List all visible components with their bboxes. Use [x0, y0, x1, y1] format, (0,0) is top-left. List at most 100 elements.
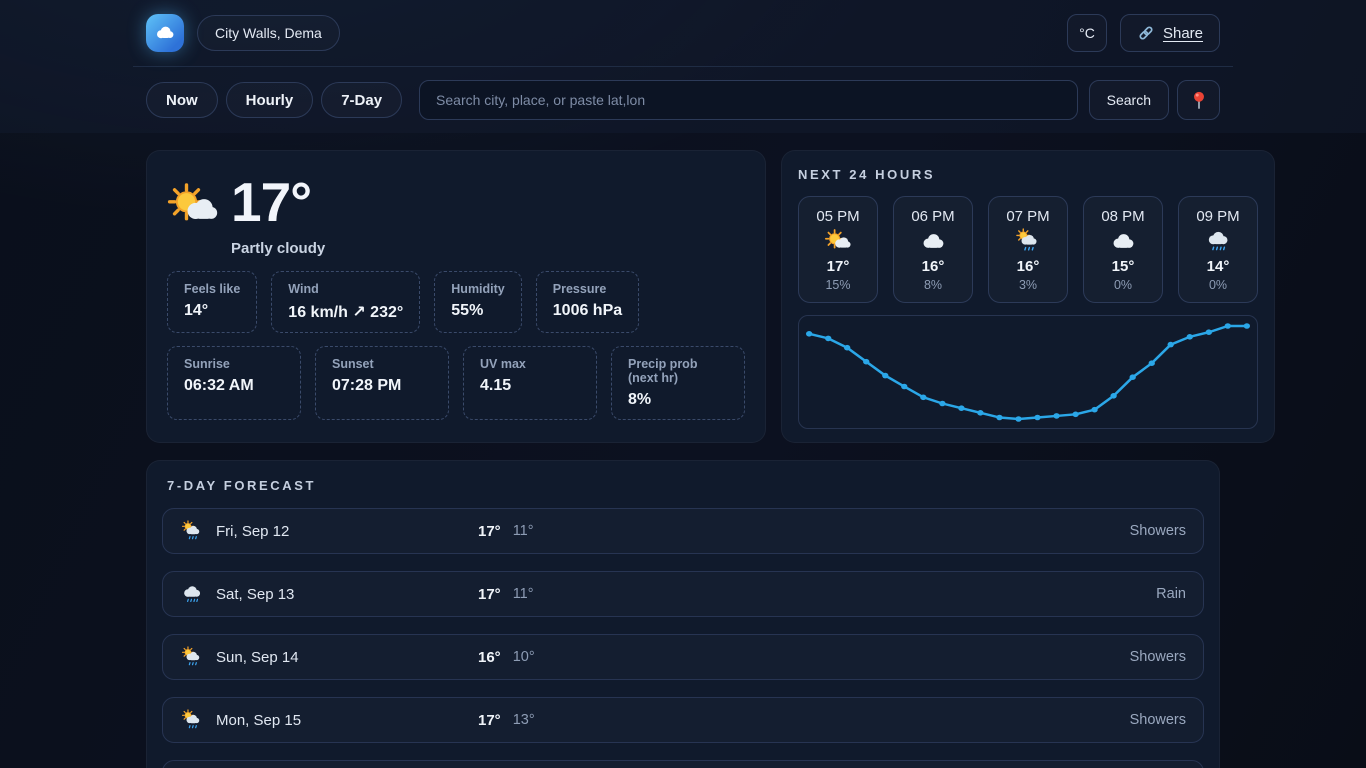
- stat-value: 55%: [451, 302, 504, 320]
- stat-tile: Wind 16 km/h ↗ 232°: [271, 271, 420, 333]
- day-high-temp: 17°: [478, 523, 501, 540]
- forecast-title: 7-DAY FORECAST: [167, 478, 1204, 493]
- stat-value: 16 km/h ↗ 232°: [288, 302, 403, 322]
- day-name: Fri, Sep 12: [216, 523, 478, 540]
- cloud-icon: [1109, 228, 1137, 255]
- hour-card: 08 PM 15° 0%: [1083, 196, 1163, 303]
- day-name: Sat, Sep 13: [216, 586, 478, 603]
- hour-precip: 15%: [825, 278, 850, 292]
- sun-cloud-icon: [167, 181, 219, 233]
- day-high-temp: 17°: [478, 586, 501, 603]
- hour-temp: 16°: [922, 258, 945, 275]
- forecast-list: Fri, Sep 12 17° 11° Showers Sat, Sep 13 …: [162, 508, 1204, 768]
- stat-label: UV max: [480, 357, 580, 371]
- forecast-row: [162, 760, 1204, 768]
- search-button[interactable]: Search: [1089, 80, 1169, 120]
- hour-card: 07 PM 16° 3%: [988, 196, 1068, 303]
- stat-value: 14°: [184, 302, 240, 320]
- link-icon: [1137, 24, 1155, 42]
- stat-value: 4.15: [480, 377, 580, 395]
- day-condition: Showers: [1130, 649, 1186, 665]
- temp-chart: [799, 316, 1257, 428]
- hour-card: 09 PM 14° 0%: [1178, 196, 1258, 303]
- forecast-row: Fri, Sep 12 17° 11° Showers: [162, 508, 1204, 554]
- sun-rain-icon: [180, 520, 204, 543]
- rain-icon: [180, 583, 204, 606]
- day-condition: Rain: [1156, 586, 1186, 602]
- stats-row-2: Sunrise 06:32 AM Sunset 07:28 PM UV max …: [167, 346, 745, 420]
- stat-tile: UV max 4.15: [463, 346, 597, 420]
- sun-cloud-icon: [824, 228, 852, 255]
- hour-time: 09 PM: [1196, 208, 1239, 225]
- unit-toggle-button[interactable]: °C: [1067, 14, 1107, 52]
- stat-value: 06:32 AM: [184, 377, 284, 395]
- share-button[interactable]: Share: [1120, 14, 1220, 52]
- rain-icon: [1204, 228, 1232, 255]
- hourly-title: NEXT 24 HOURS: [798, 167, 1258, 182]
- tab-now[interactable]: Now: [146, 82, 218, 118]
- hour-temp: 17°: [827, 258, 850, 275]
- hour-temp: 14°: [1207, 258, 1230, 275]
- current-condition: Partly cloudy: [231, 240, 325, 257]
- stat-tile: Humidity 55%: [434, 271, 521, 333]
- stat-label: Pressure: [553, 282, 622, 296]
- cloud-icon: [919, 228, 947, 255]
- hour-card: 06 PM 16° 8%: [893, 196, 973, 303]
- day-low-temp: 11°: [513, 523, 534, 539]
- forecast-row: Sun, Sep 14 16° 10° Showers: [162, 634, 1204, 680]
- stat-tile: Pressure 1006 hPa: [536, 271, 639, 333]
- hour-precip: 0%: [1114, 278, 1132, 292]
- hour-precip: 8%: [924, 278, 942, 292]
- stat-label: Humidity: [451, 282, 504, 296]
- tab-7day[interactable]: 7-Day: [321, 82, 402, 118]
- day-name: Mon, Sep 15: [216, 712, 478, 729]
- nav-bar: Now Hourly 7-Day Search: [133, 67, 1233, 133]
- day-condition: Showers: [1130, 523, 1186, 539]
- hour-temp: 15°: [1112, 258, 1135, 275]
- hour-time: 06 PM: [911, 208, 954, 225]
- pushpin-icon: [1188, 89, 1210, 111]
- stat-tile: Sunset 07:28 PM: [315, 346, 449, 420]
- day-high-temp: 17°: [478, 712, 501, 729]
- search-button-label: Search: [1107, 92, 1151, 108]
- hour-temp: 16°: [1017, 258, 1040, 275]
- stat-label: Sunrise: [184, 357, 284, 371]
- temp-chart-box: [798, 315, 1258, 429]
- stat-label: Wind: [288, 282, 403, 296]
- tab-hourly[interactable]: Hourly: [226, 82, 314, 118]
- stat-tile: Sunrise 06:32 AM: [167, 346, 301, 420]
- stat-value: 8%: [628, 391, 728, 409]
- hourly-scroll-row[interactable]: 05 PM 17° 15% 06 PM 16° 8%: [798, 196, 1258, 303]
- sun-rain-icon: [180, 709, 204, 732]
- stats-row-1: Feels like 14° Wind 16 km/h ↗ 232° Humid…: [167, 271, 745, 333]
- stat-value: 1006 hPa: [553, 302, 622, 320]
- stat-tile: Precip prob (next hr) 8%: [611, 346, 745, 420]
- day-low-temp: 13°: [513, 712, 535, 728]
- sun-rain-icon: [180, 646, 204, 669]
- day-high-temp: 16°: [478, 649, 501, 666]
- current-temp: 17°: [231, 175, 325, 230]
- top-header: City Walls, Dema °C Share Now Hourly 7-D…: [0, 0, 1366, 133]
- forecast-row: Mon, Sep 15 17° 13° Showers: [162, 697, 1204, 743]
- pin-location-button[interactable]: [1177, 80, 1220, 120]
- seven-day-forecast-card: 7-DAY FORECAST Fri, Sep 12 17° 11° Showe…: [146, 460, 1220, 768]
- day-name: Sun, Sep 14: [216, 649, 478, 666]
- search-input[interactable]: [419, 80, 1078, 120]
- stat-value: 07:28 PM: [332, 377, 432, 395]
- location-label: City Walls, Dema: [215, 25, 322, 41]
- stat-label: Precip prob (next hr): [628, 357, 728, 385]
- day-condition: Showers: [1130, 712, 1186, 728]
- day-low-temp: 11°: [513, 586, 534, 602]
- header-bar: City Walls, Dema °C Share: [133, 0, 1233, 67]
- hour-precip: 0%: [1209, 278, 1227, 292]
- stat-label: Sunset: [332, 357, 432, 371]
- forecast-row: Sat, Sep 13 17° 11° Rain: [162, 571, 1204, 617]
- stat-tile: Feels like 14°: [167, 271, 257, 333]
- location-chip[interactable]: City Walls, Dema: [197, 15, 340, 51]
- hour-time: 07 PM: [1006, 208, 1049, 225]
- cloud-logo-icon: [153, 21, 177, 45]
- share-label: Share: [1163, 25, 1203, 42]
- hour-card: 05 PM 17° 15%: [798, 196, 878, 303]
- hour-time: 08 PM: [1101, 208, 1144, 225]
- current-weather-card: 17° Partly cloudy Feels like 14° Wind 16…: [146, 150, 766, 443]
